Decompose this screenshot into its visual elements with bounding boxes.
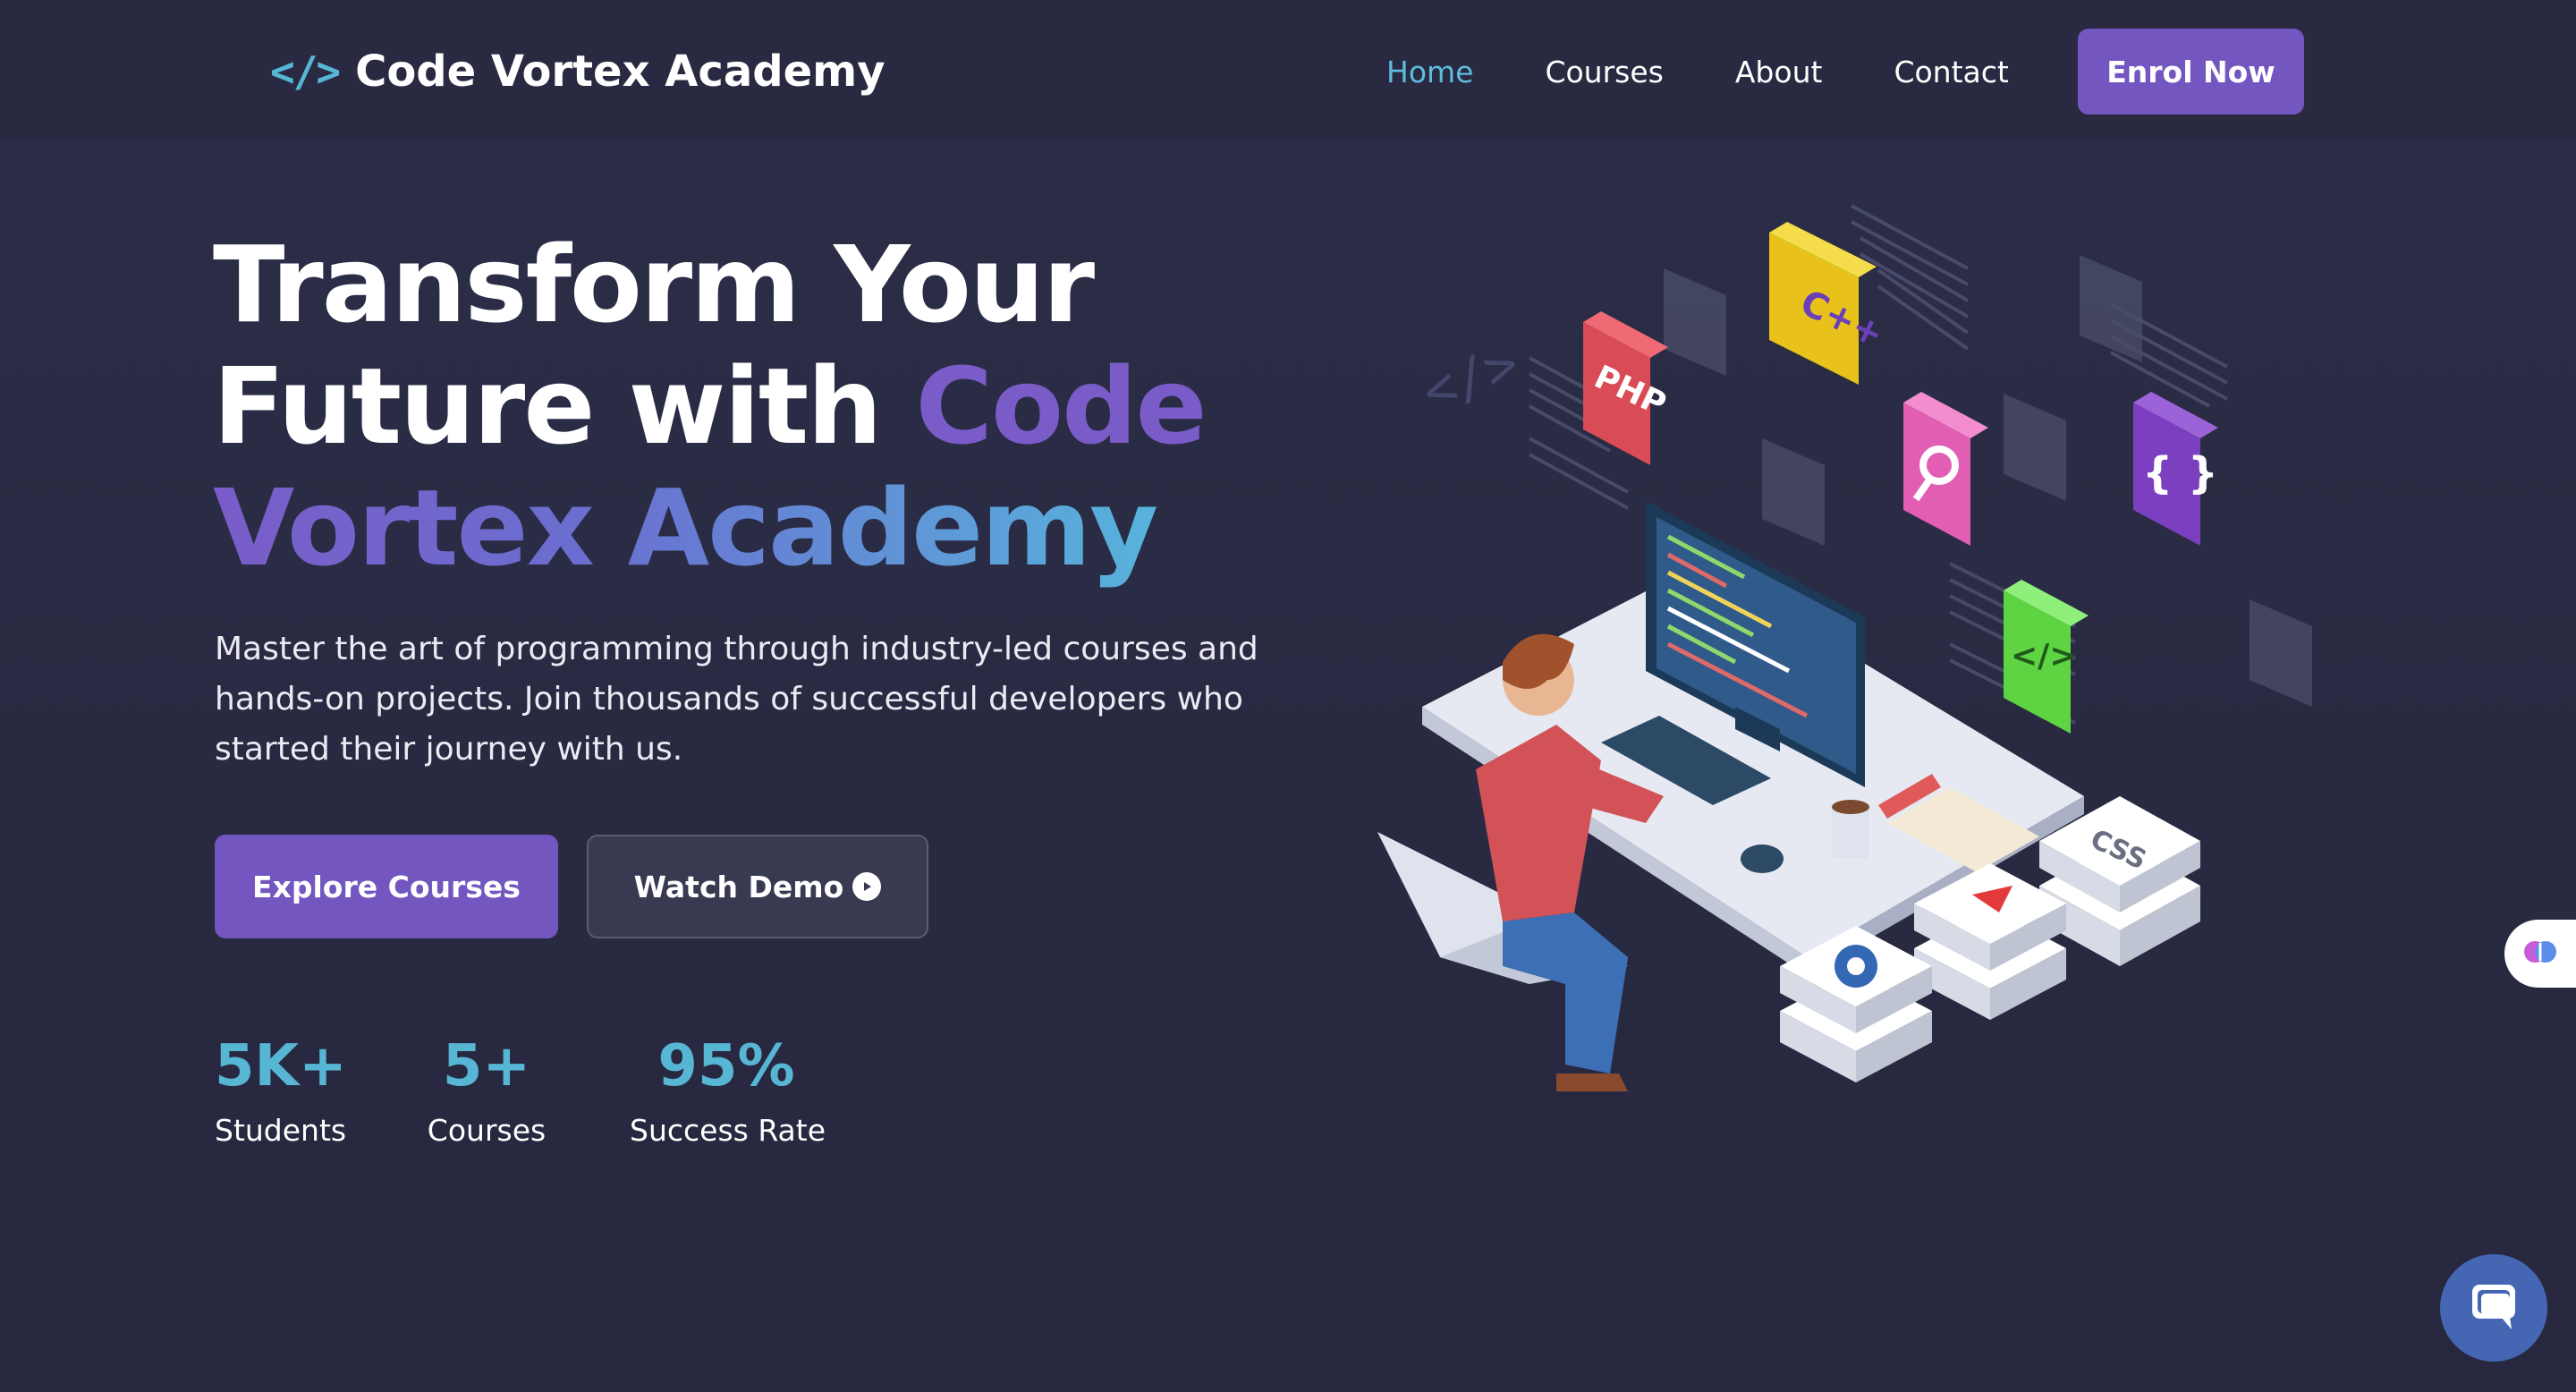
page: </> Code Vortex Academy Home Courses Abo… <box>0 0 2576 1392</box>
stat-label: Success Rate <box>630 1113 826 1148</box>
code-brackets-icon: </> <box>270 47 341 96</box>
hero-illustration: </> C++ PHP {} </> CSS <box>1377 204 2312 1091</box>
nav-about[interactable]: About <box>1735 55 1823 89</box>
stat-success-rate: 95% Success Rate <box>630 1031 826 1148</box>
hero-title-line2: Future with <box>213 344 916 468</box>
nav-contact[interactable]: Contact <box>1894 55 2008 89</box>
nav-home[interactable]: Home <box>1386 55 1473 89</box>
logo-text: Code Vortex Academy <box>355 47 886 97</box>
stat-value: 5K+ <box>215 1033 347 1099</box>
hero-title-line1: Transform Your <box>213 223 1095 346</box>
svg-text:{ }: { } <box>2142 448 2218 498</box>
card-html: </> <box>2004 580 2089 734</box>
svg-text:</>: </> <box>2011 638 2076 675</box>
enrol-now-button[interactable]: Enrol Now <box>2078 29 2304 115</box>
site-logo[interactable]: </> Code Vortex Academy <box>270 43 885 100</box>
hero-title-accent-code: Code <box>915 344 1207 468</box>
stat-courses: 5+ Courses <box>426 1031 547 1148</box>
explore-courses-button[interactable]: Explore Courses <box>215 835 558 938</box>
brain-icon <box>2522 934 2558 973</box>
card-search <box>1903 392 1988 546</box>
play-circle-icon <box>852 872 882 901</box>
watch-demo-label: Watch Demo <box>633 869 844 904</box>
svg-text:</>: </> <box>1414 332 1527 424</box>
nav-courses[interactable]: Courses <box>1545 55 1663 89</box>
stat-label: Courses <box>427 1113 547 1148</box>
stat-label: Students <box>215 1113 347 1148</box>
stat-value: 95% <box>657 1033 795 1099</box>
hero-title-accent-academy: Vortex Academy <box>213 466 1158 590</box>
chat-bubble-icon <box>2465 1277 2522 1338</box>
stat-students: 5K+ Students <box>215 1031 347 1148</box>
hero-description: Master the art of programming through in… <box>215 631 1258 768</box>
hero-title: Transform Your Future with Code Vortex A… <box>213 224 1376 589</box>
stat-value: 5+ <box>442 1033 531 1099</box>
watch-demo-button[interactable]: Watch Demo <box>587 835 928 938</box>
site-header: </> Code Vortex Academy Home Courses Abo… <box>0 0 2576 141</box>
main-nav: Home Courses About Contact <box>1386 48 2080 95</box>
card-braces: { } <box>2133 392 2218 546</box>
chat-button[interactable] <box>2440 1254 2547 1362</box>
assistant-widget[interactable] <box>2504 920 2576 988</box>
